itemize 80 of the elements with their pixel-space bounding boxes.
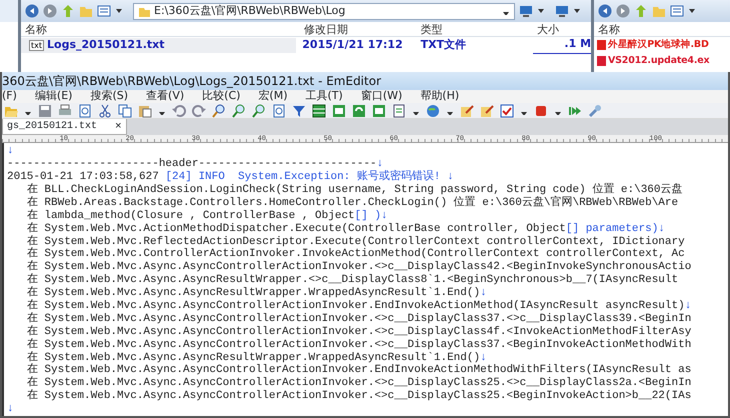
text-line: ↓ [7,145,15,158]
forward-icon[interactable] [616,4,630,18]
menu-item[interactable]: 搜索(S) [90,88,128,105]
filter-icon[interactable] [292,104,306,118]
text-line: 在 System.Web.Mvc.ControllerActionInvoker.InvokeActionMethod(ControllerContext controllerContext, Ac [26,248,686,260]
grid-icon[interactable] [312,104,326,118]
refresh-icon[interactable] [352,104,366,118]
menu-item[interactable]: 工具(T) [306,88,343,105]
paste-icon[interactable] [138,104,152,118]
text-line: 在 System.Web.Mvc.Async.AsyncControllerActionInvoker.<>c__DisplayClass37.<BeginInvokeActionMethodWith [26,338,692,351]
text-line: 在 System.Web.Mvc.Async.AsyncResultWrapper.WrappedAsyncResult`1.End()↓ [26,287,488,300]
text-line: 在 BLL.CheckLoginAndSession.LoginCheck(String username, String password, String code) 位置 e:\360云盘 [26,184,684,196]
file-name[interactable]: txt Logs_20150121.txt [21,38,296,52]
menu-item[interactable]: 比较(C) [202,88,240,105]
text-line: -----------------------header---------------------------↓ [7,158,384,170]
file-name[interactable]: VS2012.update4.ex [594,53,730,69]
wrench-icon[interactable] [588,104,602,118]
file-icon: txt [29,40,44,50]
file-icon [596,55,606,67]
window-icon[interactable] [332,104,346,118]
close-button[interactable]: × [115,118,122,136]
text-line: 在 System.Web.Mvc.Async.AsyncControllerActionInvoker.<>c__DisplayClass25.<BeginInvokeAction>b__22(IAs [26,390,692,404]
menu-item[interactable]: 窗口(W) [360,88,402,105]
search-icon[interactable] [212,104,226,118]
text-line: 在 lambda_method(Closure , ControllerBase , Object[] )↓ [26,210,389,222]
save-icon[interactable] [38,104,52,118]
print-icon[interactable] [58,104,72,118]
text-line: 在 System.Web.Mvc.Async.AsyncResultWrapper.<>c__DisplayClass8`1.<BeginSynchronous>b__7(IAsyncResult [26,274,680,286]
explorer-pane [0,0,18,72]
text-line: 在 System.Web.Mvc.Async.AsyncControllerActionInvoker.EndInvokeActionMethodWithFilters(IAsyncResult as [26,364,692,376]
preview-icon[interactable] [78,104,92,118]
text-line: 在 RBWeb.Areas.Backstage.Controllers.HomeController.CheckLogin() 位置 e:\360云盘\官网\RBWeb\RBWeb\Are [26,196,680,209]
folder-icon [138,5,150,17]
column-header[interactable]: 大小 [532,22,591,36]
view-icon[interactable] [97,4,111,18]
menu-item[interactable]: (F) [2,88,17,105]
globe-icon[interactable] [426,104,440,118]
edit-icon[interactable] [460,104,474,118]
column-header[interactable]: 修改日期 [300,22,416,36]
menu-item[interactable]: 帮助(H) [420,88,460,105]
back-icon[interactable] [598,4,612,18]
text-line: ↓ [7,403,15,416]
text-line: 在 System.Web.Mvc.Async.AsyncControllerActionInvoker.<>c__DisplayClass37.<>c__DisplayClass39.<BeginIn [26,312,692,325]
window-icon[interactable] [372,104,386,118]
document-icon[interactable] [392,104,406,118]
table-cell-text: TXT文件 [420,36,468,53]
text-line: 2015-01-21 17:03:58,627 [24] INFO System.Exception: 账号或密码错误! ↓ [7,171,455,184]
menu-item[interactable]: 编辑(E) [34,88,72,105]
file-icon [596,39,606,51]
text-line: 在 System.Web.Mvc.Async.AsyncControllerActionInvoker.<>c__DisplayClass4f.<InvokeActionMethodFilterAsy [26,326,692,338]
monitor-icon[interactable] [555,4,569,18]
window-title: 360云盘\官网\RBWeb\RBWeb\Log\Logs_20150121.txt - EmEditor [2,73,381,90]
file-tab[interactable]: gs_20150121.txt × [2,119,127,136]
column-header[interactable]: 名称 [594,22,620,36]
column-header[interactable]: 类型 [416,22,533,36]
forward-icon[interactable] [43,4,57,18]
text-line: 在 System.Web.Mvc.ReflectedActionDescriptor.Execute(ControllerContext controllerContext, IDictionary [26,236,686,248]
undo-icon[interactable] [172,104,186,118]
text-line: 在 System.Web.Mvc.Async.AsyncControllerActionInvoker.<>c__DisplayClass25.<>c__DisplayClass2a.<BeginIn [26,377,692,390]
back-icon[interactable] [25,4,39,18]
text-line: 在 System.Web.Mvc.Async.AsyncControllerActionInvoker.EndInvokeActionMethod(IAsyncResult asyncResult)↓ [26,300,692,312]
checklist-icon[interactable] [500,104,514,118]
table-cell: .1 M [532,36,591,54]
text-line: 在 System.Web.Mvc.ActionMethodDispatcher.Execute(ControllerBase controller, Object[] parameters)↓ [26,222,666,235]
view-icon[interactable] [670,4,684,18]
copy-icon[interactable] [118,104,132,118]
table-cell-text: 2015/1/21 17:12 [301,36,404,53]
menu-item[interactable]: 宏(M) [258,88,288,105]
monitor-icon[interactable] [519,4,533,18]
text-line: 在 System.Web.Mvc.Async.AsyncResultWrapper.WrappedAsyncResult`1.End()↓ [26,352,488,364]
address-field[interactable]: E:\360云盘\官网\RBWeb\RBWeb\Log [133,2,515,20]
text-line: 在 System.Web.Mvc.Async.AsyncControllerActionInvoker.<>c__DisplayClass42.<BeginInvokeSynchronousActio [26,261,692,274]
stop-icon[interactable] [534,104,548,118]
menu-item[interactable]: 查看(V) [146,88,184,105]
edit-icon[interactable] [480,104,494,118]
column-header[interactable]: 名称 [21,22,300,36]
redo-icon[interactable] [192,104,206,118]
file-name[interactable]: 外星醉汉PK地球神.BD [594,37,730,53]
scissors-icon[interactable] [98,104,112,118]
preview-icon[interactable] [272,104,286,118]
